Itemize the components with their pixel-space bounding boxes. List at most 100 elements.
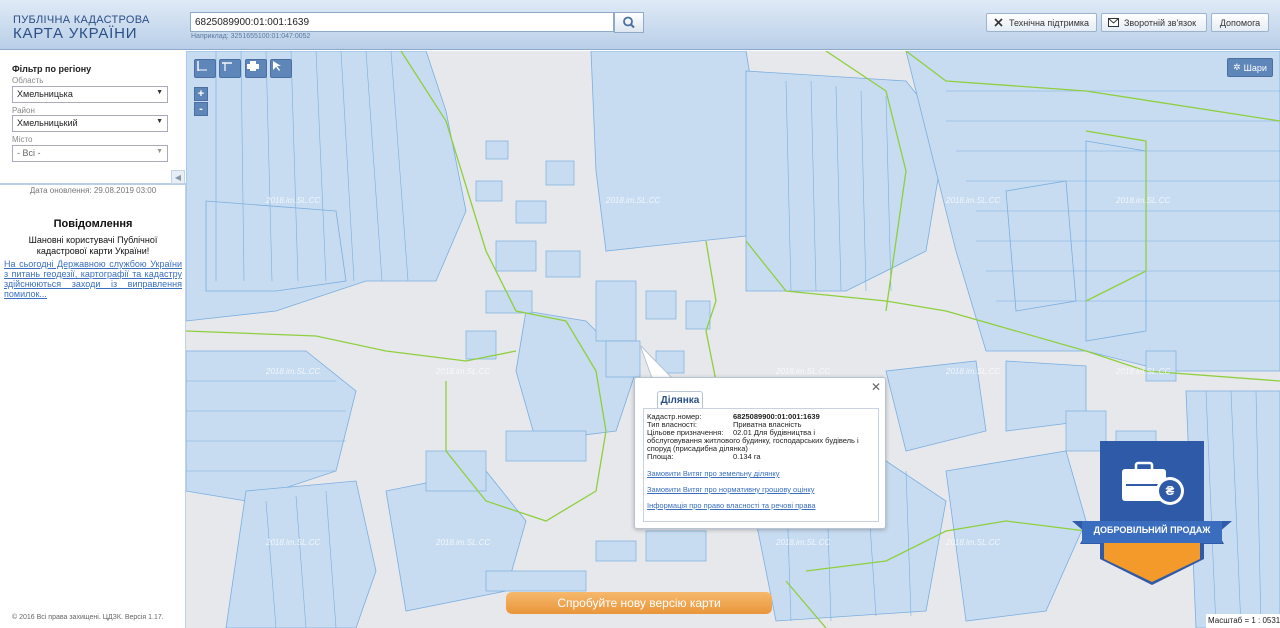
sale-shield-icon xyxy=(1072,441,1232,585)
notice-body: Шановні користувачі Публічної кадастрово… xyxy=(28,235,158,256)
parcel-info-popup: ✕ Ділянка Кадастр.номер: 6825089900:01:0… xyxy=(634,377,886,529)
watermark: 2018.im.SL.CC xyxy=(776,538,831,547)
update-date: Дата оновлення: 29.08.2019 03:00 xyxy=(29,186,157,195)
parcel xyxy=(485,290,533,314)
notice-link[interactable]: На сьогодні Державною службою України з … xyxy=(4,259,182,299)
parcel xyxy=(485,570,587,592)
raion-value: Хмельницький xyxy=(17,118,78,128)
tech-support-button[interactable]: Технічна підтримка xyxy=(986,13,1097,32)
parcel xyxy=(205,200,347,292)
search-input[interactable] xyxy=(190,12,614,32)
area-ruler-icon xyxy=(222,62,232,71)
parcel xyxy=(545,160,575,186)
dropdown-arrow-icon: ▼ xyxy=(156,118,163,125)
parcel xyxy=(945,450,1087,622)
map-canvas[interactable]: 2018.im.SL.CC 2018.im.SL.CC 2018.im.SL.C… xyxy=(186,51,1280,628)
voluntary-sale-badge[interactable]: ₴ ДОБРОВІЛЬНИЙ ПРОДАЖ xyxy=(1072,439,1232,589)
parcel xyxy=(1145,350,1177,382)
search-button[interactable] xyxy=(614,12,644,33)
envelope-icon xyxy=(1108,18,1119,27)
layers-button[interactable]: ✲ Шари xyxy=(1227,58,1273,77)
tab-parcel[interactable]: Ділянка xyxy=(657,391,703,409)
raion-select[interactable]: Хмельницький ▼ xyxy=(12,115,168,132)
search-icon xyxy=(623,16,635,29)
parcel xyxy=(645,530,707,562)
parcel xyxy=(595,540,637,562)
parcel-info-body: Кадастр.номер: 6825089900:01:001:1639 Ти… xyxy=(643,408,879,522)
misto-select[interactable]: - Всі - ▼ xyxy=(12,145,168,162)
layers-label: Шари xyxy=(1243,62,1267,73)
parcel xyxy=(505,430,587,462)
watermark: 2018.im.SL.CC xyxy=(436,538,491,547)
watermark: 2018.im.SL.CC xyxy=(436,367,491,376)
feedback-button[interactable]: Зворотній зв'язок xyxy=(1101,13,1207,32)
cursor-help-icon xyxy=(273,61,281,71)
dropdown-arrow-icon: ▼ xyxy=(156,89,163,96)
parcel xyxy=(605,340,641,378)
copyright: © 2016 Всі права захищені. ЦДЗК. Версія … xyxy=(12,614,164,621)
watermark: 2018.im.SL.CC xyxy=(946,367,1001,376)
watermark: 2018.im.SL.CC xyxy=(266,538,321,547)
collapse-panel-button[interactable]: ◀ xyxy=(171,170,185,184)
gear-icon: ✲ xyxy=(1233,62,1241,72)
parcel xyxy=(475,180,503,202)
tech-support-label: Технічна підтримка xyxy=(1009,17,1090,28)
parcel xyxy=(465,330,497,360)
ruler-icon xyxy=(197,61,207,71)
misto-value: - Всі - xyxy=(17,148,41,158)
help-button[interactable]: Допомога xyxy=(1211,13,1269,32)
zoom-in-button[interactable]: + xyxy=(194,87,208,101)
parcel xyxy=(595,280,637,342)
measure-distance-button[interactable] xyxy=(194,59,216,78)
raion-label: Район xyxy=(12,106,35,115)
oblast-value: Хмельницька xyxy=(17,89,73,99)
search-hint: Наприклад: 3251655100:01:047:0052 xyxy=(191,33,311,40)
region-filter-panel: Фільтр по регіону Область Хмельницька ▼ … xyxy=(0,51,186,185)
zoom-out-button[interactable]: - xyxy=(194,102,208,116)
help-label: Допомога xyxy=(1219,17,1261,28)
watermark: 2018.im.SL.CC xyxy=(776,367,831,376)
parcel xyxy=(685,300,711,330)
header: ПУБЛІЧНА КАДАСТРОВА КАРТА УКРАЇНИ Наприк… xyxy=(0,0,1280,50)
watermark: 2018.im.SL.CC xyxy=(946,196,1001,205)
watermark: 2018.im.SL.CC xyxy=(606,196,661,205)
parcel xyxy=(495,240,537,272)
area-value: 0.134 га xyxy=(733,452,761,461)
ownership-info-link[interactable]: Інформація про право власності та речові… xyxy=(647,501,816,510)
try-new-version-button[interactable]: Спробуйте нову версію карти xyxy=(506,592,772,614)
watermark: 2018.im.SL.CC xyxy=(1116,196,1171,205)
logo-line2[interactable]: КАРТА УКРАЇНИ xyxy=(13,25,137,42)
watermark: 2018.im.SL.CC xyxy=(946,538,1001,547)
oblast-label: Область xyxy=(12,76,44,85)
dropdown-arrow-icon: ▼ xyxy=(156,148,163,155)
watermark: 2018.im.SL.CC xyxy=(1116,367,1171,376)
parcel xyxy=(545,250,581,278)
badge-label: ДОБРОВІЛЬНИЙ ПРОДАЖ xyxy=(1093,525,1211,535)
printer-icon xyxy=(247,61,259,71)
parcel xyxy=(745,70,947,292)
notice-title: Повідомлення xyxy=(53,218,133,230)
print-button[interactable] xyxy=(245,59,267,78)
watermark: 2018.im.SL.CC xyxy=(266,367,321,376)
sidebar: Фільтр по регіону Область Хмельницька ▼ … xyxy=(0,51,186,628)
close-icon[interactable]: ✕ xyxy=(871,380,881,394)
order-extract-valuation-link[interactable]: Замовити Витяг про нормативну грошову оц… xyxy=(647,485,814,494)
oblast-select[interactable]: Хмельницька ▼ xyxy=(12,86,168,103)
wrench-icon xyxy=(994,18,1003,27)
parcel xyxy=(425,450,487,492)
measure-area-button[interactable] xyxy=(219,59,241,78)
misto-label: Місто xyxy=(12,135,33,144)
parcel xyxy=(485,140,509,160)
identify-button[interactable] xyxy=(270,59,292,78)
feedback-label: Зворотній зв'язок xyxy=(1124,17,1197,28)
parcel xyxy=(1005,180,1077,312)
watermark: 2018.im.SL.CC xyxy=(266,196,321,205)
parcel xyxy=(645,290,677,320)
hryvnia-icon: ₴ xyxy=(1165,483,1175,498)
parcel xyxy=(225,480,377,628)
area-label: Площа: xyxy=(647,452,674,461)
filter-title: Фільтр по регіону xyxy=(12,64,92,74)
order-extract-parcel-link[interactable]: Замовити Витяг про земельну ділянку xyxy=(647,469,780,478)
parcel xyxy=(590,51,767,252)
scale-indicator: Масштаб = 1 : 0531 xyxy=(1206,614,1280,628)
